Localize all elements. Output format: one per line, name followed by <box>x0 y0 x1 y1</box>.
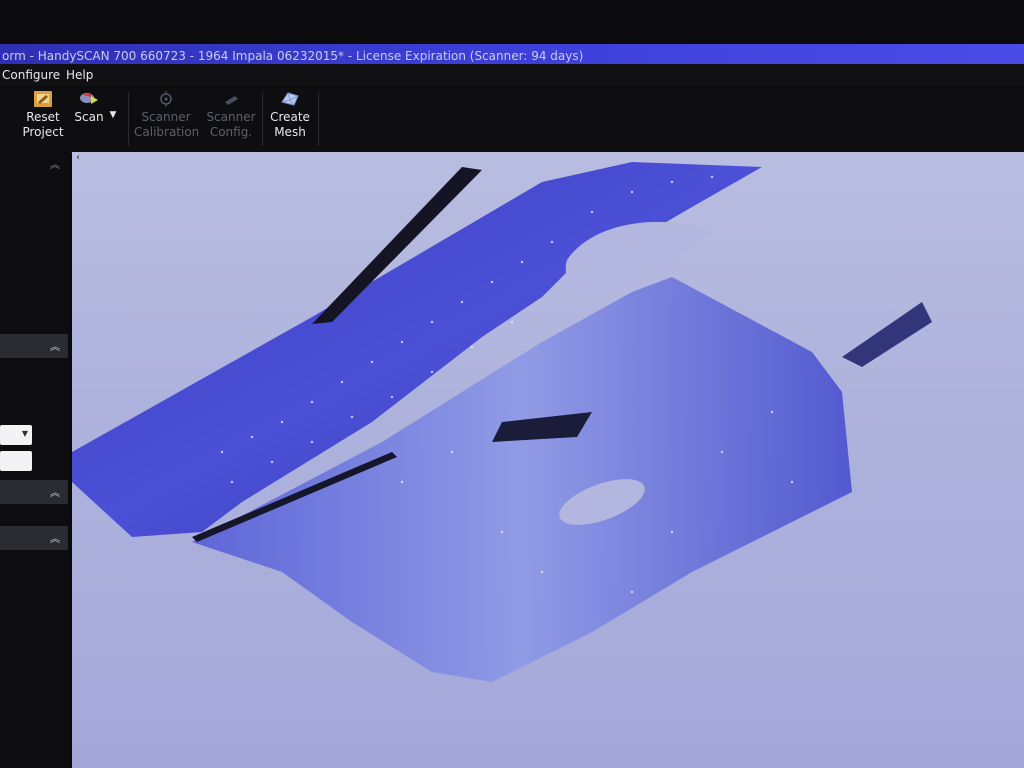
scan-dropdown-arrow[interactable]: ▼ <box>106 108 120 122</box>
collapse-left-arrow-icon[interactable]: ‹ <box>76 152 80 163</box>
panel-section-header[interactable]: ︽ <box>0 526 68 550</box>
reset-project-label-2: Project <box>22 125 64 139</box>
menu-bar: Configure Help <box>0 64 1024 86</box>
window-title: orm - HandySCAN 700 660723 - 1964 Impala… <box>2 49 584 63</box>
scan-button[interactable]: Scan <box>70 86 108 152</box>
toolbar-separator <box>262 92 263 146</box>
calibration-icon <box>160 91 172 107</box>
menu-configure[interactable]: Configure <box>2 64 60 86</box>
scanner-calibration-label-2: Calibration <box>134 125 200 139</box>
panel-section-header[interactable]: ︽ <box>0 480 68 504</box>
scanner-calibration-label-1: Scanner <box>141 110 191 124</box>
scanner-config-label-2: Config. <box>209 125 253 139</box>
chevron-down-icon: ▼ <box>21 429 28 438</box>
reset-project-label-1: Reset <box>26 110 60 124</box>
create-mesh-label-1: Create <box>270 110 310 124</box>
text-field[interactable] <box>0 451 32 471</box>
monitor-bezel <box>0 0 1024 44</box>
panel-section-header[interactable]: ︽ <box>0 334 68 358</box>
3d-viewport[interactable]: ‹ <box>72 152 1024 768</box>
reset-project-icon <box>34 91 52 107</box>
scanner-config-icon <box>225 96 238 105</box>
menu-help[interactable]: Help <box>66 64 93 86</box>
create-mesh-label-2: Mesh <box>274 125 306 139</box>
side-panel: ︽ ︽ ▼ ︽ ︽ <box>0 152 70 768</box>
scan-label: Scan <box>74 110 104 124</box>
scan-fragment <box>842 302 932 367</box>
scanner-config-button[interactable]: Scanner Config. <box>204 86 258 152</box>
chevron-up-icon: ︽ <box>50 488 60 499</box>
chevron-up-icon: ︽ <box>50 534 60 545</box>
dropdown-field[interactable]: ▼ <box>0 425 32 445</box>
create-mesh-button[interactable]: Create Mesh <box>266 86 314 152</box>
chevron-up-icon: ︽ <box>50 342 60 353</box>
create-mesh-icon <box>281 92 299 106</box>
scanner-config-label-1: Scanner <box>206 110 256 124</box>
toolbar-separator <box>318 92 319 146</box>
toolbar-separator <box>128 92 129 146</box>
toolbar: Reset Project Scan ▼ Scanner Calibration… <box>0 86 1024 153</box>
scan-mesh-render <box>72 162 932 682</box>
collapse-panel-chevron-icon[interactable]: ︽ <box>50 156 60 171</box>
scan-icon <box>80 93 98 104</box>
reset-project-button[interactable]: Reset Project <box>18 86 68 152</box>
scanner-calibration-button[interactable]: Scanner Calibration <box>134 86 200 152</box>
